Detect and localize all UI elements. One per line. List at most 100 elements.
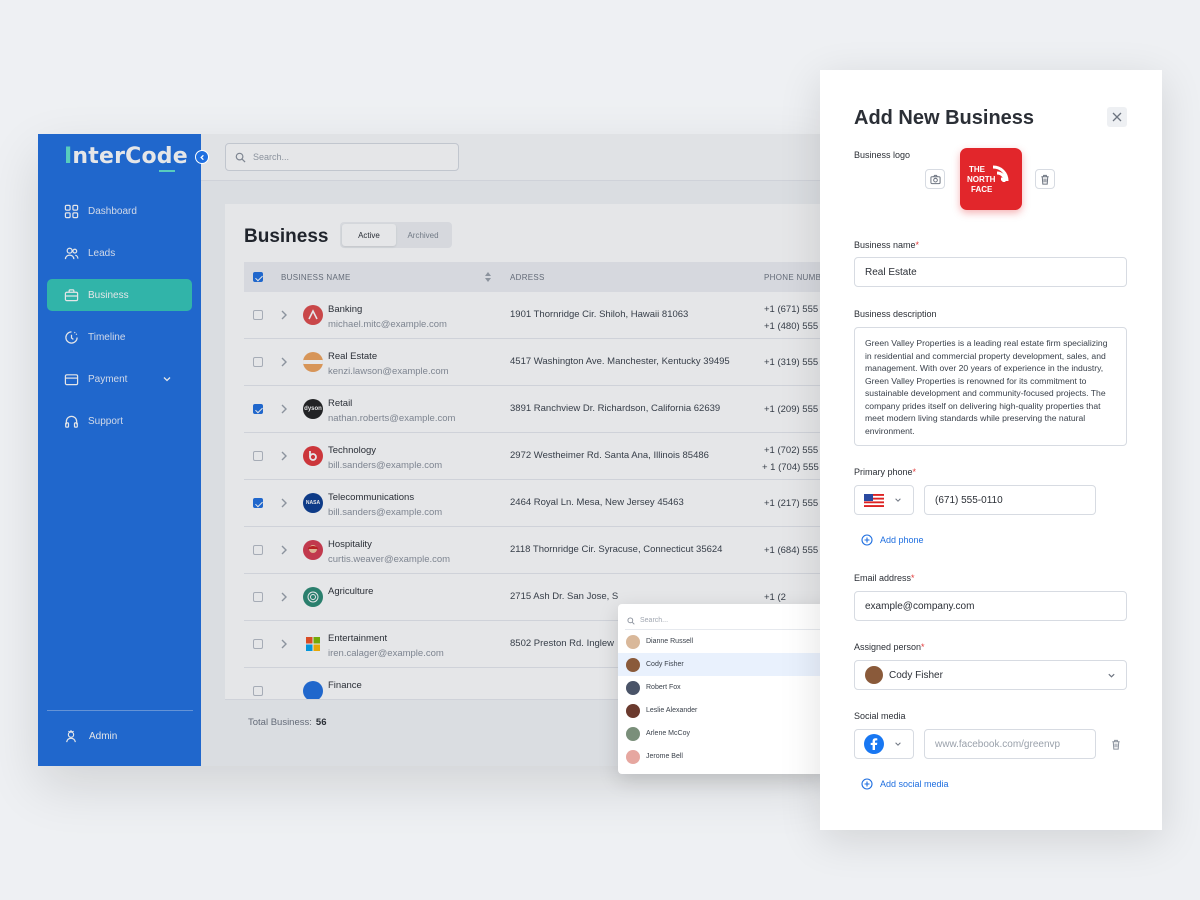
option-label: Robert Fox [646, 684, 681, 691]
tab-active[interactable]: Active [342, 224, 396, 246]
top-bar: Search... [201, 134, 828, 181]
business-logo-label: Business logo [854, 150, 911, 160]
social-url-input[interactable]: www.facebook.com/greenvp [924, 729, 1096, 759]
avatar [626, 703, 640, 718]
admin-icon [66, 729, 76, 743]
business-address: 2715 Ash Dr. San Jose, S [510, 591, 619, 602]
chevron-right-icon[interactable] [279, 403, 289, 415]
avatar [626, 657, 640, 672]
business-address: 1901 Thornridge Cir. Shiloh, Hawaii 8106… [510, 309, 689, 320]
us-flag-icon [864, 493, 884, 507]
business-name: Agriculture [328, 586, 374, 597]
row-checkbox[interactable] [253, 310, 263, 320]
business-name: Telecommunications [328, 492, 415, 503]
assigned-person-select[interactable]: Cody Fisher [854, 660, 1127, 690]
row-checkbox[interactable] [253, 357, 263, 367]
sidebar-item-dashboard[interactable]: Dashboard [47, 195, 192, 227]
chevron-right-icon[interactable] [279, 544, 289, 556]
primary-phone-input[interactable]: (671) 555-0110 [924, 485, 1096, 515]
trash-icon[interactable] [1111, 739, 1121, 750]
row-checkbox[interactable] [253, 545, 263, 555]
table-row[interactable]: dyson Retail nathan.roberts@example.com … [244, 386, 828, 433]
logo-underline [159, 170, 175, 172]
sort-icon[interactable] [485, 272, 491, 282]
business-address: 3891 Ranchview Dr. Richardson, Californi… [510, 403, 721, 414]
tab-archived[interactable]: Archived [396, 224, 450, 246]
sidebar-item-label: Payment [88, 373, 128, 385]
add-phone-button[interactable]: Add phone [861, 534, 924, 546]
table-row[interactable]: Technology bill.sanders@example.com 2972… [244, 433, 828, 480]
business-phone: +1 (319) 555 [764, 357, 819, 368]
social-platform-select[interactable] [854, 729, 914, 759]
avatar [626, 749, 640, 764]
sidebar-item-business[interactable]: Business [47, 279, 192, 311]
close-button[interactable] [1107, 107, 1127, 127]
svg-text:FACE: FACE [971, 185, 993, 194]
svg-text:NORTH: NORTH [967, 175, 996, 184]
table-row[interactable]: NASA Telecommunications bill.sanders@exa… [244, 480, 828, 527]
search-input[interactable]: Search... [225, 143, 459, 171]
sidebar-item-support[interactable]: Support [47, 405, 192, 437]
app-logo: InterCode [64, 144, 188, 169]
chevron-right-icon[interactable] [279, 497, 289, 509]
business-email: michael.mitc@example.com [328, 319, 447, 330]
delete-logo-button[interactable] [1035, 169, 1055, 189]
chevron-right-icon[interactable] [279, 309, 289, 321]
dropdown-option[interactable]: Cody Fisher [618, 653, 834, 676]
row-checkbox[interactable] [253, 639, 263, 649]
table-row[interactable]: Banking michael.mitc@example.com 1901 Th… [244, 292, 828, 339]
collapse-sidebar-button[interactable] [195, 150, 209, 164]
sidebar-divider [47, 710, 193, 711]
business-logo [303, 681, 323, 701]
chevron-down-icon[interactable] [162, 374, 172, 384]
sidebar-item-leads[interactable]: Leads [47, 237, 192, 269]
email-input[interactable]: example@company.com [854, 591, 1127, 621]
dropdown-option[interactable]: Arlene McCoy [618, 722, 834, 745]
clock-icon [65, 330, 78, 344]
chevron-right-icon[interactable] [279, 450, 289, 462]
chevron-right-icon[interactable] [279, 591, 289, 603]
upload-logo-button[interactable] [925, 169, 945, 189]
trash-icon [1041, 174, 1049, 185]
country-code-select[interactable] [854, 485, 914, 515]
dropdown-option[interactable]: Robert Fox [618, 676, 834, 699]
search-placeholder: Search... [253, 152, 290, 162]
dropdown-option[interactable]: Jerome Bell [618, 745, 834, 768]
add-social-media-button[interactable]: Add social media [861, 778, 949, 790]
row-checkbox[interactable] [253, 686, 263, 696]
row-checkbox[interactable] [253, 498, 263, 508]
column-header-phone[interactable]: PHONE NUMB [764, 273, 821, 282]
row-checkbox[interactable] [253, 451, 263, 461]
close-icon [1112, 112, 1122, 122]
plus-circle-icon [861, 534, 873, 546]
sidebar-item-timeline[interactable]: Timeline [47, 321, 192, 353]
chevron-right-icon[interactable] [279, 638, 289, 650]
option-label: Jerome Bell [646, 753, 683, 760]
column-header-name[interactable]: BUSINESS NAME [281, 273, 351, 282]
row-checkbox[interactable] [253, 592, 263, 602]
business-logo: dyson [303, 399, 323, 419]
sidebar-item-label: Support [88, 415, 124, 427]
dropdown-search-input[interactable]: Search... [625, 612, 827, 630]
business-phone: +1 (702) 555 [764, 445, 819, 456]
option-label: Dianne Russell [646, 638, 694, 645]
chevron-right-icon[interactable] [279, 356, 289, 368]
column-header-address[interactable]: ADRESS [510, 273, 545, 282]
sidebar-item-payment[interactable]: Payment [47, 363, 192, 395]
business-name-label: Business name* [854, 240, 920, 250]
business-address: 8502 Preston Rd. Inglew [510, 638, 615, 649]
business-phone: + 1 (704) 555 [762, 462, 819, 473]
business-description-input[interactable]: Green Valley Properties is a leading rea… [854, 327, 1127, 446]
table-row[interactable]: Real Estate kenzi.lawson@example.com 451… [244, 339, 828, 386]
dropdown-option[interactable]: Dianne Russell [618, 630, 834, 653]
email-label: Email address* [854, 573, 915, 583]
business-name-input[interactable]: Real Estate [854, 257, 1127, 287]
avatar [626, 680, 640, 695]
dropdown-option[interactable]: Leslie Alexander [618, 699, 834, 722]
row-checkbox[interactable] [253, 404, 263, 414]
admin-profile[interactable]: Admin [64, 729, 117, 743]
business-email: bill.sanders@example.com [328, 460, 443, 471]
business-logo-preview: THE NORTH FACE [960, 148, 1022, 210]
select-all-checkbox[interactable] [253, 272, 263, 282]
table-row[interactable]: Hospitality curtis.weaver@example.com 21… [244, 527, 828, 574]
